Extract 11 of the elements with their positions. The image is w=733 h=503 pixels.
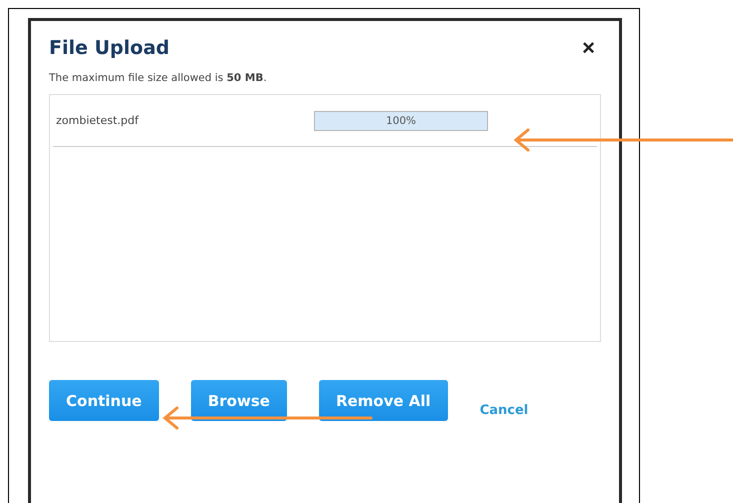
close-button[interactable]: × bbox=[576, 35, 601, 61]
action-button[interactable]: Browse bbox=[190, 380, 287, 421]
file-name: zombietest.pdf bbox=[56, 114, 140, 127]
dialog-title: File Upload bbox=[49, 37, 170, 59]
progress-reading: 100% bbox=[384, 114, 418, 128]
action-button[interactable]: Continue bbox=[49, 380, 159, 421]
cancel-link[interactable]: Cancel bbox=[480, 403, 528, 418]
arrow-icon bbox=[161, 406, 373, 430]
size-note: The maximum file size allowed is 50 MB. bbox=[49, 72, 267, 84]
arrow-icon bbox=[512, 128, 733, 152]
action-button[interactable]: Remove All bbox=[318, 380, 448, 421]
